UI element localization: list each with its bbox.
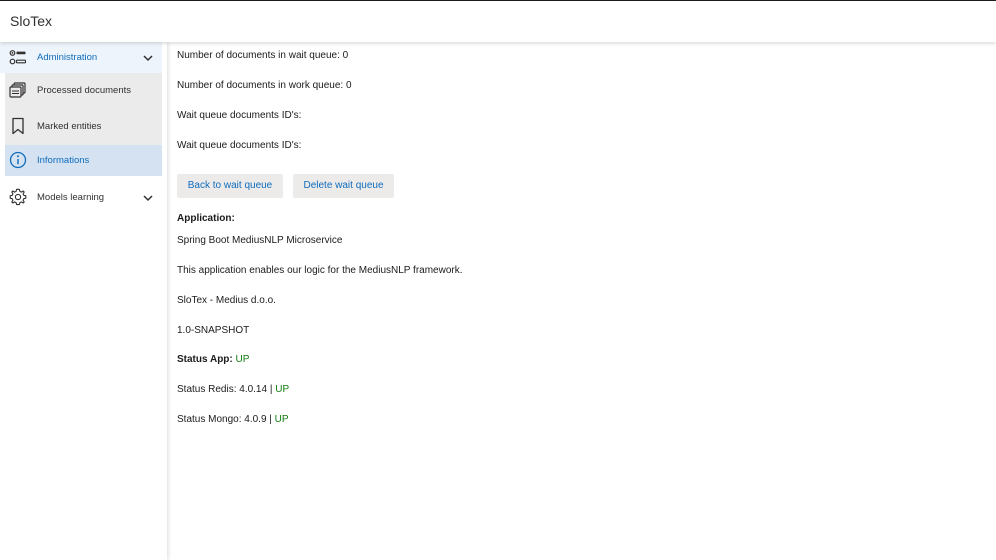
application-description: This application enables our logic for t… [177,265,463,276]
documents-stack-icon [9,82,26,98]
sidebar-item-label: Models learning [37,192,105,203]
status-mongo-value: UP [274,414,289,425]
app-title: SloTex [10,13,53,29]
application-name: Spring Boot MediusNLP Microservice [177,235,343,246]
gear-icon [9,188,27,206]
top-bar: SloTex [0,0,996,42]
delete-wait-queue-button[interactable]: Delete wait queue [293,174,394,198]
bookmark-icon [12,117,24,135]
application-heading: Application: [177,213,235,224]
status-app: Status App: UP [177,354,249,365]
chevron-down-icon[interactable] [141,51,155,65]
admin-list-icon [9,50,27,65]
status-redis: Status Redis: 4.0.14 | UP [177,384,289,395]
status-mongo-label: Status Mongo: 4.0.9 | [177,414,272,425]
sidebar-item-administration[interactable]: Administration [0,42,162,73]
sidebar-item-informations[interactable]: Informations [5,145,162,176]
status-app-value: UP [235,354,250,365]
sidebar-item-label: Marked entities [37,121,102,132]
status-redis-label: Status Redis: 4.0.14 | [177,384,273,395]
back-to-wait-queue-button[interactable]: Back to wait queue [177,174,283,198]
sidebar-item-label: Informations [37,155,90,166]
status-mongo: Status Mongo: 4.0.9 | UP [177,414,289,425]
sidebar-item-label: Processed documents [37,85,131,96]
sidebar-item-processed-documents[interactable]: Processed documents [5,73,162,107]
sidebar-item-label: Administration [37,52,98,63]
wait-queue-count: Number of documents in wait queue: 0 [177,50,349,61]
sidebar-item-marked-entities[interactable]: Marked entities [5,107,162,145]
sidebar-item-models-learning[interactable]: Models learning [0,180,162,214]
status-app-label: Status App: [177,354,233,365]
sidebar: Administration Processed documents Marke… [0,42,167,560]
status-redis-value: UP [275,384,290,395]
work-queue-count: Number of documents in work queue: 0 [177,80,352,91]
wait-queue-ids-label: Wait queue documents ID's: [177,140,302,151]
info-icon [9,151,27,169]
application-company: SloTex - Medius d.o.o. [177,295,276,306]
application-version: 1.0-SNAPSHOT [177,325,250,336]
chevron-down-icon[interactable] [141,191,155,205]
wait-queue-ids-label: Wait queue documents ID's: [177,110,302,121]
